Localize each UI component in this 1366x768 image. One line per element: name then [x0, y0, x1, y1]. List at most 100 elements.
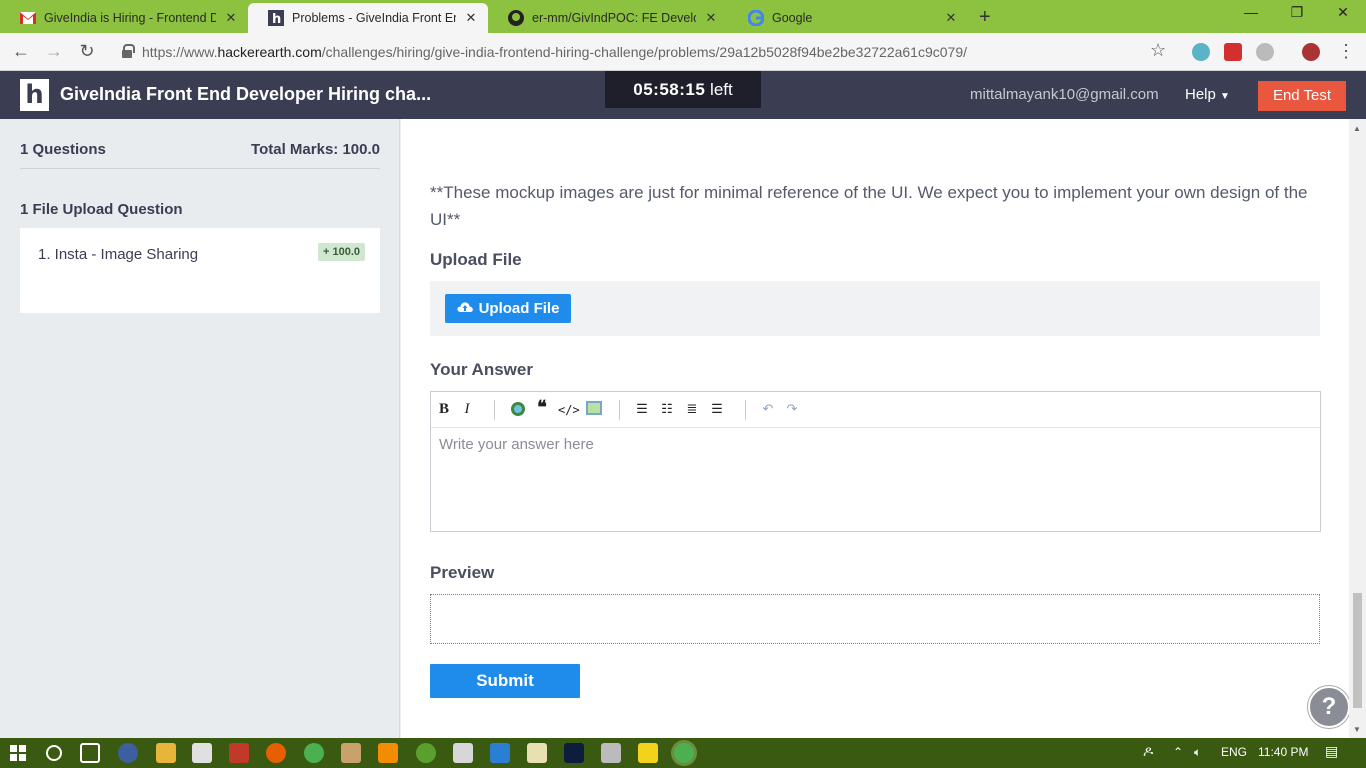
address-bar: ← → ↻ https://www.hackerearth.com/challe… — [0, 33, 1366, 71]
tab-giveindia-gmail[interactable]: GiveIndia is Hiring - Frontend De ✕ — [0, 3, 248, 33]
toolbar-divider — [494, 400, 495, 420]
italic-icon[interactable]: I — [457, 401, 477, 418]
scroll-down-icon[interactable]: ▼ — [1353, 725, 1361, 734]
preview-box — [430, 594, 1320, 644]
close-tab-icon[interactable]: ✕ — [224, 10, 238, 26]
profile-avatar-icon[interactable] — [1302, 43, 1320, 61]
tab-google[interactable]: Google ✕ — [728, 3, 968, 33]
language-indicator[interactable]: ENG — [1221, 745, 1247, 759]
main-content: **These mockup images are just for minim… — [401, 119, 1350, 738]
gmail-icon — [20, 10, 36, 26]
submit-button[interactable]: Submit — [430, 664, 580, 698]
task-view-icon[interactable] — [80, 743, 100, 763]
chevron-up-icon[interactable]: ⌃ — [1173, 745, 1183, 759]
image-icon[interactable] — [584, 401, 604, 419]
browser-tab-strip: GiveIndia is Hiring - Frontend De ✕ h Pr… — [0, 0, 1366, 33]
your-answer-label: Your Answer — [430, 360, 533, 379]
menu-icon[interactable]: ⋮ — [1335, 41, 1357, 62]
notepad-icon[interactable] — [527, 743, 547, 763]
help-dropdown[interactable]: Help ▼ — [1185, 86, 1230, 103]
tab-title: Google — [772, 11, 813, 25]
close-tab-icon[interactable]: ✕ — [464, 10, 478, 26]
cors-extension-icon[interactable] — [1224, 43, 1242, 61]
sticky-notes-icon[interactable] — [638, 743, 658, 763]
answer-editor: B I ❝ </> ☰ ☷ ≣ ☰ ↶ ↷ Write your answer … — [430, 391, 1321, 532]
hackerearth-logo[interactable]: h — [20, 79, 49, 111]
code-icon[interactable]: </> — [558, 403, 580, 417]
bulleted-list-icon[interactable]: ☷ — [657, 401, 677, 417]
app-icon[interactable] — [118, 743, 138, 763]
tab-title: Problems - GiveIndia Front End D — [292, 11, 456, 25]
search-circle-icon[interactable] — [46, 745, 62, 761]
calculator-icon[interactable] — [601, 743, 621, 763]
volume-icon[interactable]: 🔈︎ — [1194, 745, 1201, 760]
app-icon[interactable] — [453, 743, 473, 763]
total-marks: Total Marks: 100.0 — [251, 141, 380, 158]
windows-taskbar: ዶ ⌃ 🔈︎ ENG 11:40 PM ▤ — [0, 738, 1366, 768]
svg-text:h: h — [272, 12, 281, 26]
notifications-icon[interactable]: ▤ — [1325, 743, 1338, 760]
utorrent-icon[interactable] — [416, 743, 436, 763]
heading-icon[interactable]: ≣ — [682, 401, 702, 417]
lock-icon — [122, 44, 135, 58]
close-tab-icon[interactable]: ✕ — [944, 10, 958, 26]
timer-value: 05:58:15 — [633, 80, 706, 99]
help-label: Help — [1185, 86, 1216, 103]
upload-file-label: Upload File — [430, 250, 522, 269]
google-icon — [748, 10, 764, 26]
bold-icon[interactable]: B — [434, 401, 454, 418]
sync-extension-icon[interactable] — [1256, 43, 1274, 61]
blockquote-icon[interactable]: ❝ — [532, 397, 552, 418]
end-test-button[interactable]: End Test — [1258, 81, 1346, 111]
caret-down-icon: ▼ — [1220, 91, 1230, 102]
people-icon[interactable]: ዶ — [1143, 743, 1153, 760]
editor-toolbar: B I ❝ </> ☰ ☷ ≣ ☰ ↶ ↷ — [431, 392, 1320, 428]
question-title[interactable]: 1. Insta - Image Sharing — [38, 246, 198, 263]
countdown-timer: 05:58:15 left — [605, 71, 761, 108]
toolbar-divider — [619, 400, 620, 420]
back-icon[interactable]: ← — [10, 41, 32, 62]
minimize-icon[interactable]: — — [1231, 4, 1271, 20]
preview-label: Preview — [430, 563, 495, 582]
vscode-icon[interactable] — [490, 743, 510, 763]
upload-file-button[interactable]: Upload File — [445, 294, 571, 323]
site-header: h GiveIndia Front End Developer Hiring c… — [0, 71, 1366, 119]
numbered-list-icon[interactable]: ☰ — [632, 401, 652, 417]
chrome-active-icon[interactable] — [674, 743, 694, 763]
question-sidebar: 1 Questions Total Marks: 100.0 1 File Up… — [0, 119, 400, 738]
horizontal-rule-icon[interactable]: ☰ — [707, 401, 727, 417]
bookmark-star-icon[interactable]: ☆ — [1150, 40, 1166, 61]
new-tab-icon[interactable]: + — [979, 6, 991, 29]
section-title: 1 File Upload Question — [20, 201, 183, 218]
link-icon[interactable] — [508, 401, 528, 421]
undo-icon[interactable]: ↶ — [758, 401, 778, 417]
page-title: GiveIndia Front End Developer Hiring cha… — [60, 84, 432, 104]
scroll-up-icon[interactable]: ▲ — [1353, 124, 1361, 133]
url-field[interactable]: https://www.hackerearth.com/challenges/h… — [108, 38, 1182, 66]
close-tab-icon[interactable]: ✕ — [704, 10, 718, 26]
chrome-icon[interactable] — [304, 743, 324, 763]
file-explorer-icon[interactable] — [156, 743, 176, 763]
close-window-icon[interactable]: ✕ — [1323, 4, 1363, 21]
store-icon[interactable] — [192, 743, 212, 763]
scrollbar-thumb[interactable] — [1353, 593, 1362, 708]
windows-start-icon[interactable] — [10, 745, 26, 761]
restore-icon[interactable]: ❐ — [1277, 4, 1317, 21]
reload-icon[interactable]: ↻ — [76, 41, 98, 62]
firefox-icon[interactable] — [266, 743, 286, 763]
question-card[interactable]: 1. Insta - Image Sharing + 100.0 — [20, 228, 380, 313]
tab-github[interactable]: er-mm/GivIndPOC: FE Developer ✕ — [488, 3, 728, 33]
search-extension-icon[interactable] — [1192, 43, 1210, 61]
app-icon[interactable] — [341, 743, 361, 763]
help-question-icon[interactable]: ? — [1308, 686, 1350, 728]
page-scrollbar[interactable]: ▲ ▼ — [1349, 119, 1366, 738]
tab-problems-hackerearth[interactable]: h Problems - GiveIndia Front End D ✕ — [248, 3, 488, 33]
clock[interactable]: 11:40 PM — [1258, 745, 1308, 759]
redo-icon[interactable]: ↷ — [782, 401, 802, 417]
photoshop-icon[interactable] — [564, 743, 584, 763]
tab-title: er-mm/GivIndPOC: FE Developer — [532, 11, 696, 25]
answer-textarea[interactable]: Write your answer here — [439, 436, 594, 453]
app-icon[interactable] — [229, 743, 249, 763]
vlc-icon[interactable] — [378, 743, 398, 763]
forward-icon[interactable]: → — [43, 41, 65, 62]
